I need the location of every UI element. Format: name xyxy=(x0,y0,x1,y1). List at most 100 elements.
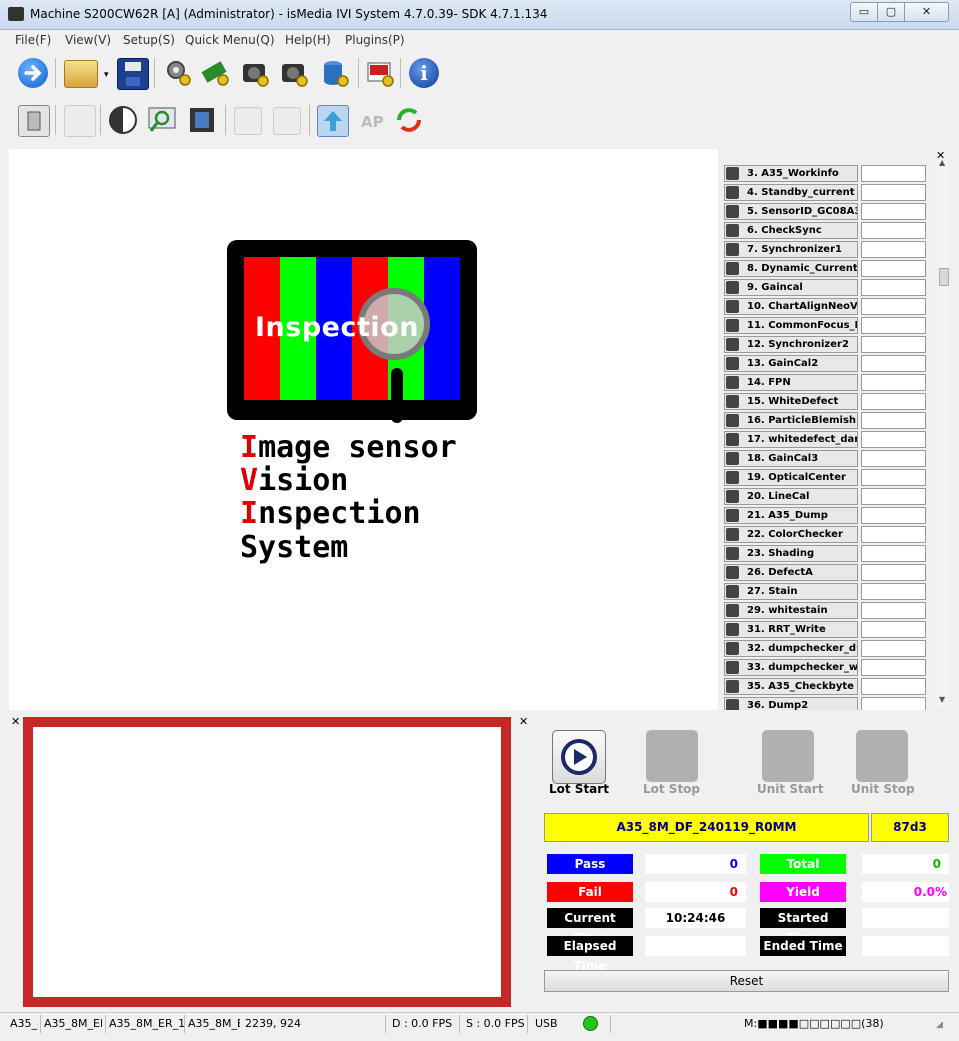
menu-setup[interactable]: Setup(S) xyxy=(123,33,175,47)
chevron-down-icon[interactable]: ▾ xyxy=(104,70,109,80)
test-item-label[interactable]: 5. SensorID_GC08A3_8M xyxy=(724,203,858,220)
maximize-button[interactable]: ▢ xyxy=(877,2,905,22)
test-item-label[interactable]: 22. ColorChecker xyxy=(724,526,858,543)
menu-file[interactable]: File(F) xyxy=(15,33,51,47)
scroll-up-icon[interactable]: ▲ xyxy=(939,158,945,167)
close-icon[interactable]: ✕ xyxy=(11,715,20,728)
test-list-item[interactable]: 20. LineCal xyxy=(724,488,926,505)
test-list-item[interactable]: 5. SensorID_GC08A3_8M xyxy=(724,203,926,220)
board-settings-icon[interactable] xyxy=(201,58,231,88)
test-item-label[interactable]: 33. dumpchecker_write xyxy=(724,659,858,676)
database-icon[interactable] xyxy=(320,58,350,88)
test-item-label[interactable]: 35. A35_Checkbyte xyxy=(724,678,858,695)
test-item-label[interactable]: 16. ParticleBlemish xyxy=(724,412,858,429)
report-icon[interactable] xyxy=(365,58,395,88)
resize-grip-icon[interactable]: ◢ xyxy=(936,1020,943,1030)
test-item-label[interactable]: 23. Shading xyxy=(724,545,858,562)
test-item-label[interactable]: 17. whitedefect_dark xyxy=(724,431,858,448)
unit-stop-button[interactable] xyxy=(856,730,908,782)
zoom-view-icon[interactable] xyxy=(147,105,177,135)
menu-help[interactable]: Help(H) xyxy=(285,33,331,47)
test-item-label[interactable]: 31. RRT_Write xyxy=(724,621,858,638)
film-icon[interactable] xyxy=(187,105,217,135)
test-item-label[interactable]: 7. Synchronizer1 xyxy=(724,241,858,258)
test-item-label[interactable]: 19. OpticalCenter xyxy=(724,469,858,486)
test-list-item[interactable]: 27. Stain xyxy=(724,583,926,600)
test-list-item[interactable]: 19. OpticalCenter xyxy=(724,469,926,486)
power-icon[interactable] xyxy=(18,105,50,137)
import-icon[interactable] xyxy=(273,107,301,135)
test-list-item[interactable]: 29. whitestain xyxy=(724,602,926,619)
test-item-label[interactable]: 9. Gaincal xyxy=(724,279,858,296)
test-list-item[interactable]: 32. dumpchecker_dump xyxy=(724,640,926,657)
ap-icon[interactable]: AP xyxy=(361,113,384,131)
splitter[interactable] xyxy=(0,710,959,714)
test-item-label[interactable]: 14. FPN xyxy=(724,374,858,391)
upload-icon[interactable] xyxy=(317,105,349,137)
test-list-item[interactable]: 21. A35_Dump xyxy=(724,507,926,524)
contrast-icon[interactable] xyxy=(108,105,138,135)
test-list-item[interactable]: 26. DefectA xyxy=(724,564,926,581)
scroll-down-icon[interactable]: ▼ xyxy=(939,695,945,704)
test-item-label[interactable]: 12. Synchronizer2 xyxy=(724,336,858,353)
test-item-label[interactable]: 11. CommonFocus_RRT xyxy=(724,317,858,334)
minimize-button[interactable]: ▭ xyxy=(850,2,878,22)
test-list-item[interactable]: 14. FPN xyxy=(724,374,926,391)
test-item-label[interactable]: 4. Standby_current xyxy=(724,184,858,201)
test-item-label[interactable]: 6. CheckSync xyxy=(724,222,858,239)
test-list-item[interactable]: 9. Gaincal xyxy=(724,279,926,296)
test-list-item[interactable]: 13. GainCal2 xyxy=(724,355,926,372)
close-icon[interactable]: ✕ xyxy=(519,715,528,728)
save-icon[interactable] xyxy=(117,58,149,90)
reset-button[interactable]: Reset xyxy=(544,970,949,992)
test-item-label[interactable]: 10. ChartAlignNeoV2 xyxy=(724,298,858,315)
scrollbar-thumb[interactable] xyxy=(939,268,949,286)
test-item-label[interactable]: 20. LineCal xyxy=(724,488,858,505)
lot-start-button[interactable] xyxy=(552,730,606,784)
test-list-item[interactable]: 7. Synchronizer1 xyxy=(724,241,926,258)
camera-config-icon[interactable] xyxy=(240,58,270,88)
test-list-item[interactable]: 12. Synchronizer2 xyxy=(724,336,926,353)
device-icon[interactable] xyxy=(64,105,96,137)
test-item-label[interactable]: 3. A35_Workinfo xyxy=(724,165,858,182)
test-list-item[interactable]: 3. A35_Workinfo xyxy=(724,165,926,182)
export-icon[interactable] xyxy=(234,107,262,135)
test-item-label[interactable]: 13. GainCal2 xyxy=(724,355,858,372)
test-list-item[interactable]: 16. ParticleBlemish xyxy=(724,412,926,429)
menu-view[interactable]: View(V) xyxy=(65,33,111,47)
test-item-label[interactable]: 21. A35_Dump xyxy=(724,507,858,524)
test-item-label[interactable]: 8. Dynamic_Current xyxy=(724,260,858,277)
refresh-icon[interactable] xyxy=(394,105,424,135)
close-button[interactable]: ✕ xyxy=(904,2,949,22)
menu-quick-menu[interactable]: Quick Menu(Q) xyxy=(185,33,275,47)
open-folder-icon[interactable] xyxy=(64,60,98,88)
test-item-label[interactable]: 18. GainCal3 xyxy=(724,450,858,467)
lot-stop-button[interactable] xyxy=(646,730,698,782)
test-list-item[interactable]: 4. Standby_current xyxy=(724,184,926,201)
test-list-scrollbar[interactable] xyxy=(937,160,949,708)
test-item-label[interactable]: 27. Stain xyxy=(724,583,858,600)
menu-plugins[interactable]: Plugins(P) xyxy=(345,33,405,47)
test-list-item[interactable]: 11. CommonFocus_RRT xyxy=(724,317,926,334)
settings-gears-icon[interactable] xyxy=(163,58,193,88)
test-list-item[interactable]: 15. WhiteDefect xyxy=(724,393,926,410)
test-item-label[interactable]: 29. whitestain xyxy=(724,602,858,619)
test-list-item[interactable]: 31. RRT_Write xyxy=(724,621,926,638)
test-list-item[interactable]: 35. A35_Checkbyte xyxy=(724,678,926,695)
test-list-item[interactable]: 23. Shading xyxy=(724,545,926,562)
test-item-label[interactable]: 15. WhiteDefect xyxy=(724,393,858,410)
test-list-item[interactable]: 22. ColorChecker xyxy=(724,526,926,543)
start-arrow-icon[interactable] xyxy=(18,58,48,88)
test-list-item[interactable]: 33. dumpchecker_write xyxy=(724,659,926,676)
test-item-label[interactable]: 26. DefectA xyxy=(724,564,858,581)
camera-config2-icon[interactable] xyxy=(279,58,309,88)
test-list-item[interactable]: 10. ChartAlignNeoV2 xyxy=(724,298,926,315)
test-list-item[interactable]: 18. GainCal3 xyxy=(724,450,926,467)
test-item-label[interactable]: 32. dumpchecker_dump xyxy=(724,640,858,657)
test-list-item[interactable]: 6. CheckSync xyxy=(724,222,926,239)
test-list-item[interactable]: 8. Dynamic_Current xyxy=(724,260,926,277)
info-icon[interactable]: i xyxy=(409,58,439,88)
test-list-item[interactable]: 17. whitedefect_dark xyxy=(724,431,926,448)
test-item-result xyxy=(861,279,926,296)
unit-start-button[interactable] xyxy=(762,730,814,782)
